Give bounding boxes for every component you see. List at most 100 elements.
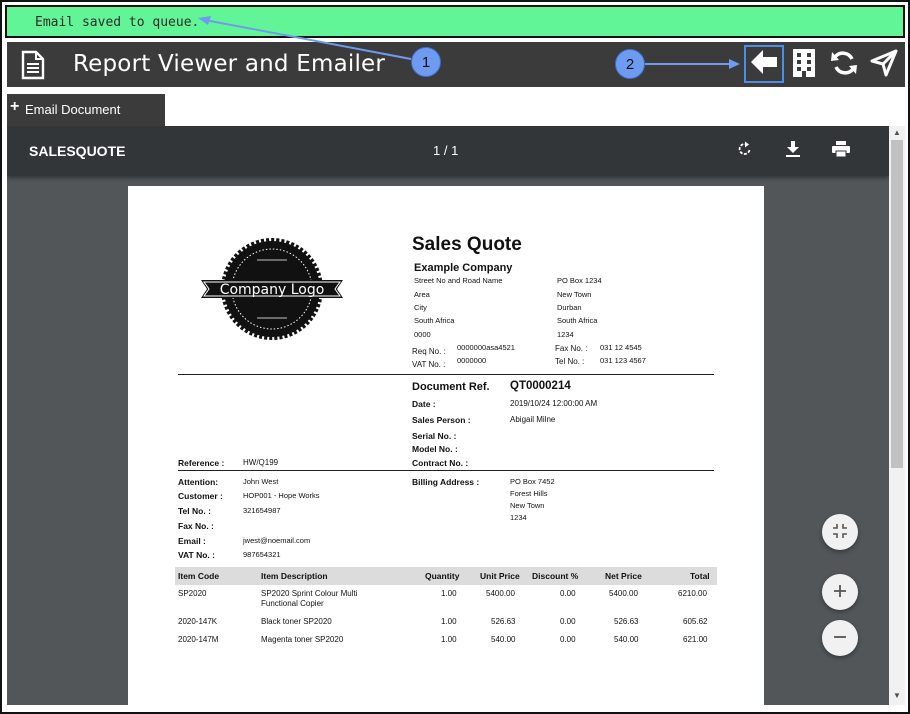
customer-label: Customer : (178, 491, 223, 501)
callout-1: 1 (411, 47, 441, 77)
tab-email-document[interactable]: + Email Document (7, 94, 165, 126)
cell-unit-price: 5400.00 (486, 589, 515, 598)
callout-2: 2 (615, 49, 645, 79)
cell-quantity: 1.00 (441, 617, 457, 626)
company-logo: Company Logo (201, 238, 343, 340)
tel-no-value: 031 123 4567 (600, 356, 646, 365)
contract-no-label: Contract No. : (412, 458, 469, 468)
tab-label: Email Document (25, 102, 121, 117)
print-icon (832, 140, 850, 162)
company-address-line: Street No and Road Name (414, 276, 503, 285)
doc-ref-label: Document Ref. (412, 381, 490, 393)
req-no-label: Req No. : (412, 347, 446, 356)
cell-item-code: 2020-147M (178, 635, 219, 644)
billing-address-line: PO Box 7452 (510, 477, 555, 486)
cell-unit-price: 526.63 (491, 617, 516, 626)
zoom-in-icon (833, 581, 847, 604)
company-button[interactable] (788, 48, 820, 83)
company-postal-line: Durban (557, 303, 582, 312)
send-button[interactable] (868, 49, 900, 81)
customer-tel-label: Tel No. : (178, 506, 211, 516)
cell-total: 621.00 (683, 635, 708, 644)
table-header: Net Price (605, 571, 642, 581)
tel-no-label: Tel No. : (555, 357, 585, 366)
pdf-page-indicator: 1 / 1 (433, 143, 459, 158)
customer-vat-label: VAT No. : (178, 550, 215, 560)
scroll-thumb[interactable] (891, 140, 903, 468)
req-no-value: 0000000asa4521 (457, 343, 515, 352)
document-icon (19, 50, 47, 85)
customer-vat-value: 987654321 (243, 550, 281, 559)
model-no-label: Model No. : (412, 444, 458, 454)
scroll-up-arrow[interactable]: ▲ (889, 128, 905, 140)
date-label: Date : (412, 399, 436, 409)
divider (178, 374, 714, 375)
billing-address-line: New Town (510, 501, 545, 510)
refresh-icon (830, 49, 858, 82)
title-bar: Report Viewer and Emailer (7, 42, 905, 87)
company-name: Example Company (414, 262, 513, 274)
download-button[interactable] (782, 140, 804, 162)
customer-email-value: jwest@noemail.com (243, 536, 311, 545)
pdf-document-name: SALESQUOTE (29, 143, 126, 159)
logo-text: Company Logo (220, 282, 325, 298)
company-address-line: 0000 (414, 330, 431, 339)
back-button[interactable] (744, 45, 784, 83)
send-icon (870, 49, 898, 82)
cell-discount: 0.00 (560, 635, 576, 644)
customer-tel-value: 321654987 (243, 506, 281, 515)
tab-bar: + Email Document (7, 94, 905, 126)
customer-fax-label: Fax No. : (178, 521, 214, 531)
company-postal-line: New Town (557, 290, 592, 299)
cell-quantity: 1.00 (441, 635, 457, 644)
zoom-out-button[interactable] (822, 620, 858, 656)
billing-address-line: Forest Hills (510, 489, 548, 498)
cell-item-code: SP2020 (178, 589, 207, 598)
sales-person-value: Abigail Milne (510, 415, 556, 424)
table-header: Item Code (178, 571, 220, 581)
print-button[interactable] (830, 140, 852, 162)
customer-email-label: Email : (178, 536, 206, 546)
cell-net-price: 540.00 (614, 635, 639, 644)
cell-description-line2: Functional Copier (261, 599, 324, 608)
attention-label: Attention: (178, 477, 219, 487)
billing-address-line: 1234 (510, 513, 527, 522)
back-arrow-icon (749, 48, 779, 81)
refresh-button[interactable] (828, 49, 860, 81)
table-header: Total (690, 571, 710, 581)
vertical-scrollbar[interactable]: ▲ ▼ (889, 126, 905, 705)
fax-no-label: Fax No. : (555, 344, 588, 353)
fit-page-icon (833, 521, 847, 544)
cell-net-price: 526.63 (614, 617, 639, 626)
building-icon (792, 48, 816, 83)
fit-page-button[interactable] (822, 514, 858, 550)
table-header: Unit Price (480, 571, 520, 581)
zoom-out-icon (833, 627, 847, 650)
rotate-button[interactable] (734, 140, 756, 162)
table-header: Discount % (532, 571, 579, 581)
toast-message: Email saved to queue. (5, 5, 905, 38)
attention-value: John West (243, 477, 279, 486)
company-address-line: Area (414, 290, 430, 299)
cell-quantity: 1.00 (441, 589, 457, 598)
table-header: Quantity (425, 571, 460, 581)
fax-no-value: 031 12 4545 (600, 343, 642, 352)
table-header: Item Description (261, 571, 328, 581)
reference-label: Reference : (178, 458, 225, 468)
billing-address-label: Billing Address : (412, 477, 480, 487)
zoom-in-button[interactable] (822, 574, 858, 610)
doc-ref-value: QT0000214 (510, 380, 571, 392)
cell-item-code: 2020-147K (178, 617, 218, 626)
pdf-page: Company Logo Sales Quote Example Company… (128, 186, 764, 705)
download-icon (785, 140, 801, 163)
cell-discount: 0.00 (560, 589, 576, 598)
customer-value: HOP001 - Hope Works (243, 491, 320, 500)
cell-description: Magenta toner SP2020 (261, 635, 344, 644)
divider (178, 470, 714, 471)
company-address-line: South Africa (414, 316, 455, 325)
pdf-viewer: SALESQUOTE 1 / 1 Company Logo Sales Quot… (7, 126, 889, 705)
quote-title: Sales Quote (412, 234, 522, 255)
cell-total: 605.62 (683, 617, 708, 626)
company-postal-line: South Africa (557, 316, 598, 325)
scroll-down-arrow[interactable]: ▼ (889, 691, 905, 703)
